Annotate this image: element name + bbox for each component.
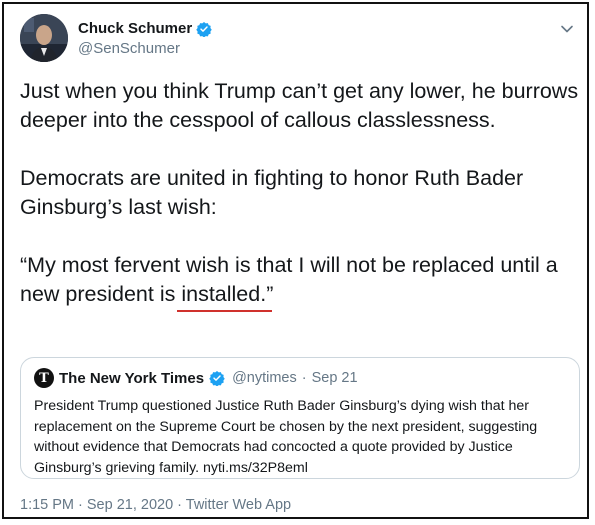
quoted-tweet-text: President Trump questioned Justice Ruth … [34,398,538,476]
tweet-paragraph-3: “My most fervent wish is that I will not… [20,251,580,312]
chevron-down-icon[interactable] [560,22,574,36]
author-display-name[interactable]: Chuck Schumer [78,20,192,37]
tweet-timestamp[interactable]: 1:15 PM · Sep 21, 2020 · Twitter Web App [20,497,291,513]
tweet-screenshot: Chuck Schumer @SenSchumer Just when you … [2,2,589,519]
separator-dot: · [301,370,307,386]
avatar[interactable] [20,14,68,62]
author-names: Chuck Schumer @SenSchumer [78,20,212,57]
tweet-paragraph-1: Just when you think Trump can’t get any … [20,79,579,132]
verified-badge-icon [196,21,212,37]
nyt-logo-icon: T [34,368,54,388]
quoted-tweet-header: T The New York Times @nytimes · Sep 21 [34,368,358,388]
verified-badge-icon [209,370,225,387]
quoted-author-handle[interactable]: @nytimes [232,370,297,386]
tweet-header: Chuck Schumer @SenSchumer [20,14,580,64]
avatar-image [20,14,68,62]
quoted-tweet-date[interactable]: Sep 21 [312,370,358,386]
quote-text: “My most fervent wish is that I will not… [20,253,558,306]
tweet-body: Just when you think Trump can’t get any … [20,77,580,312]
underlined-word: installed. [177,280,273,312]
author-handle[interactable]: @SenSchumer [78,40,212,57]
quoted-tweet-card[interactable]: T The New York Times @nytimes · Sep 21 P… [20,357,580,479]
closing-quote: ” [266,282,274,306]
quoted-author-name[interactable]: The New York Times [59,370,204,387]
tweet-paragraph-2: Democrats are united in fighting to hono… [20,166,524,219]
